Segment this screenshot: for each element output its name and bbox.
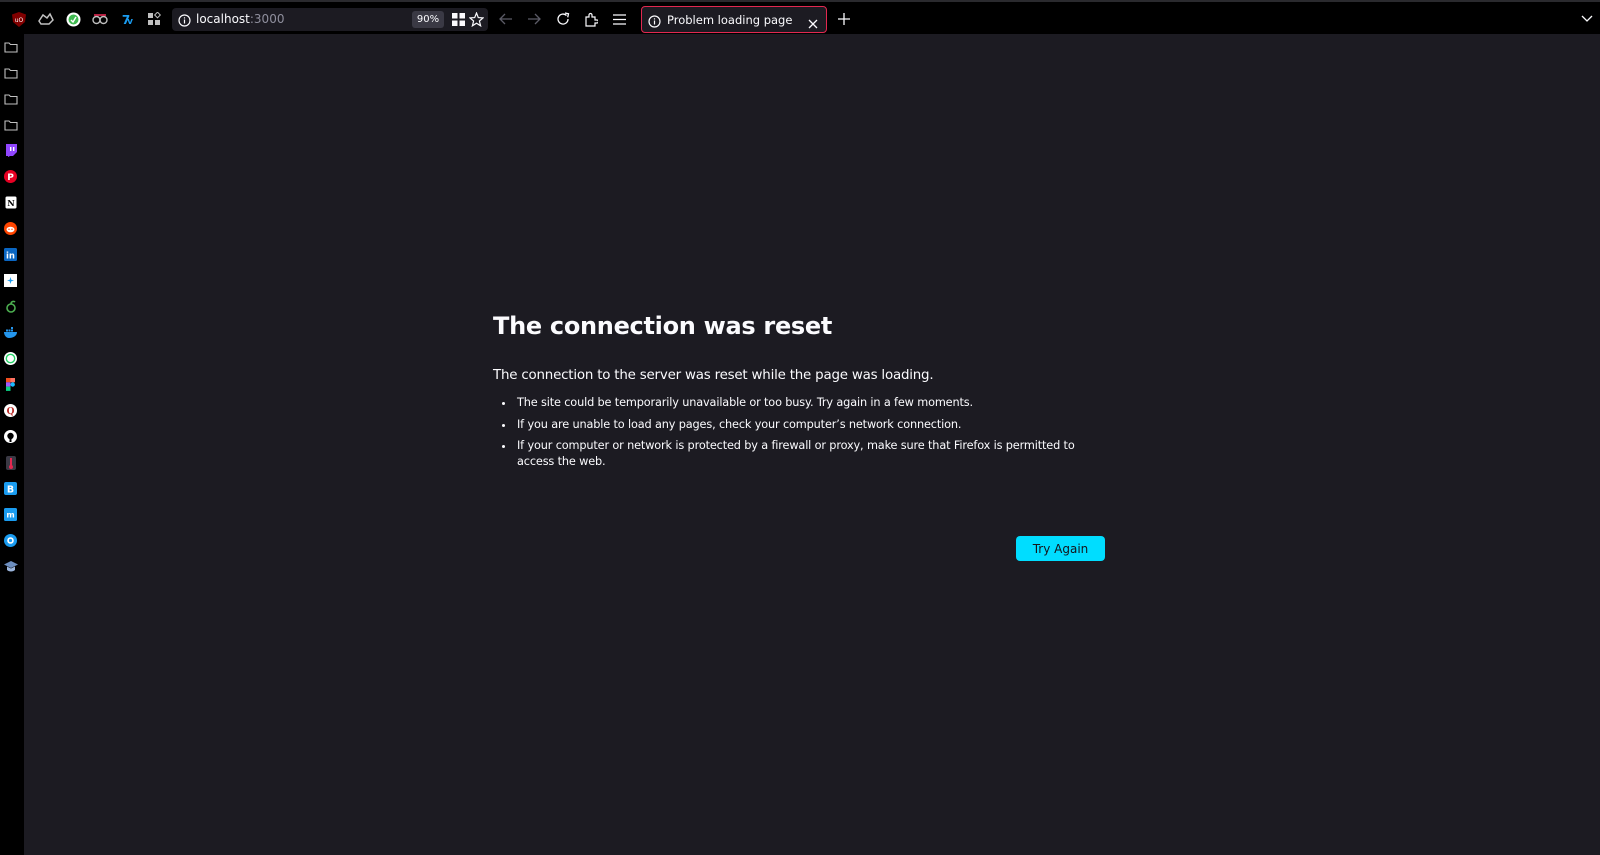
github-icon[interactable] bbox=[3, 429, 18, 444]
list-all-tabs-chevron-icon[interactable] bbox=[1578, 10, 1596, 28]
white-square-icon[interactable] bbox=[3, 273, 18, 288]
menu-hamburger-icon[interactable] bbox=[610, 10, 628, 28]
bootstrap-icon[interactable]: B bbox=[3, 481, 18, 496]
list-item: If you are unable to load any pages, che… bbox=[515, 417, 1083, 433]
try-again-button[interactable]: Try Again bbox=[1016, 536, 1105, 561]
pinterest-icon[interactable]: P bbox=[3, 169, 18, 184]
sidebar-folder-icon[interactable] bbox=[3, 65, 18, 80]
ublock-origin-icon[interactable]: uO bbox=[10, 10, 28, 28]
reddit-icon[interactable] bbox=[3, 221, 18, 236]
error-suggestions-list: The site could be temporarily unavailabl… bbox=[515, 395, 1083, 470]
bookmark-star-icon[interactable] bbox=[467, 10, 485, 28]
extension-icon-4[interactable] bbox=[91, 10, 109, 28]
grid-view-icon[interactable] bbox=[449, 10, 467, 28]
thermometer-icon[interactable] bbox=[3, 455, 18, 470]
error-container: The connection was reset The connection … bbox=[493, 312, 1083, 476]
sidebar: P N in Q B m bbox=[0, 34, 24, 855]
url-host: localhost bbox=[196, 12, 250, 26]
medium-icon[interactable]: m bbox=[3, 507, 18, 522]
quora-icon[interactable]: Q bbox=[3, 403, 18, 418]
tab-close-icon[interactable] bbox=[808, 14, 818, 33]
svg-text:in: in bbox=[6, 252, 15, 262]
list-item: The site could be temporarily unavailabl… bbox=[515, 395, 1083, 411]
browser-toolbar: uO 7v localhost:3000 90% Problem loading… bbox=[0, 0, 1600, 34]
forward-arrow-icon[interactable] bbox=[525, 10, 543, 28]
back-arrow-icon[interactable] bbox=[497, 10, 515, 28]
url-bar[interactable]: localhost:3000 90% bbox=[172, 8, 488, 31]
tab-problem-loading-page[interactable]: Problem loading page bbox=[641, 6, 827, 33]
sidebar-folder-icon[interactable] bbox=[3, 91, 18, 106]
sidebar-folder-icon[interactable] bbox=[3, 117, 18, 132]
extension-icon-2[interactable] bbox=[37, 10, 55, 28]
extension-icon-5[interactable]: 7v bbox=[117, 10, 135, 28]
reload-icon[interactable] bbox=[554, 10, 572, 28]
svg-text:P: P bbox=[7, 173, 14, 183]
tab-info-icon bbox=[648, 13, 661, 32]
url-text: localhost:3000 bbox=[196, 12, 284, 26]
linkedin-icon[interactable]: in bbox=[3, 247, 18, 262]
notion-icon[interactable]: N bbox=[3, 195, 18, 210]
sidebar-folder-icon[interactable] bbox=[3, 39, 18, 54]
extensions-puzzle-icon[interactable] bbox=[582, 10, 600, 28]
extensions-grid-icon[interactable] bbox=[145, 10, 163, 28]
graduation-cap-icon[interactable] bbox=[3, 559, 18, 574]
error-title: The connection was reset bbox=[493, 312, 833, 340]
new-tab-plus-icon[interactable] bbox=[835, 10, 853, 28]
whatsapp-icon[interactable] bbox=[3, 351, 18, 366]
list-item: If your computer or network is protected… bbox=[515, 438, 1083, 470]
twitch-icon[interactable] bbox=[3, 143, 18, 158]
docker-icon[interactable] bbox=[3, 325, 18, 340]
tab-title: Problem loading page bbox=[667, 13, 793, 27]
svg-text:v: v bbox=[127, 17, 133, 26]
svg-text:m: m bbox=[6, 511, 14, 520]
svg-text:N: N bbox=[7, 198, 14, 208]
svg-text:B: B bbox=[7, 484, 14, 495]
badge-icon[interactable] bbox=[3, 533, 18, 548]
error-description: The connection to the server was reset w… bbox=[493, 368, 934, 383]
figma-icon[interactable] bbox=[3, 377, 18, 392]
info-icon[interactable] bbox=[178, 12, 191, 31]
green-swirl-icon[interactable] bbox=[3, 299, 18, 314]
svg-text:uO: uO bbox=[15, 17, 24, 24]
zoom-level-badge[interactable]: 90% bbox=[412, 11, 444, 28]
svg-text:Q: Q bbox=[7, 407, 15, 417]
extension-icon-3[interactable] bbox=[64, 10, 82, 28]
url-port: :3000 bbox=[249, 12, 285, 26]
